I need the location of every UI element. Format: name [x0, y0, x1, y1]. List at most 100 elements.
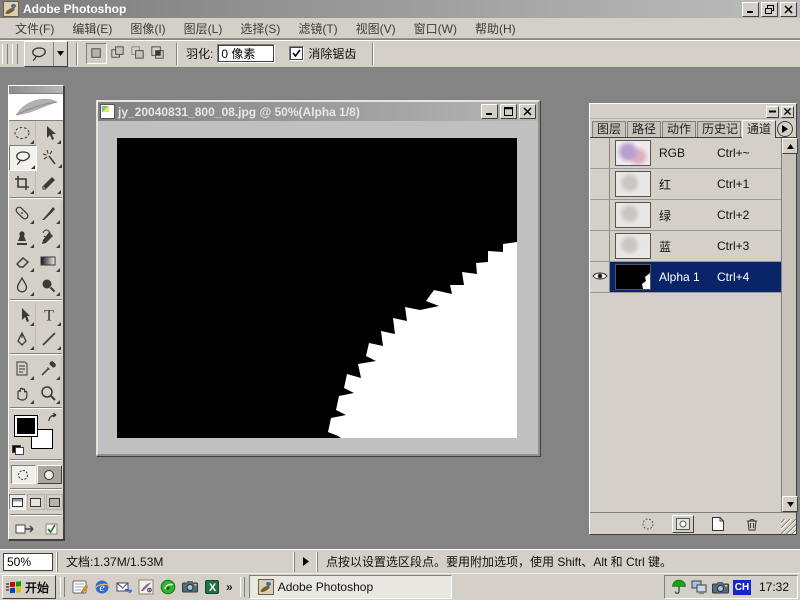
tool-lasso-button[interactable]	[9, 145, 37, 171]
start-button[interactable]: 开始	[2, 575, 56, 599]
tool-clone-stamp-button[interactable]	[9, 225, 35, 249]
palette-title-bar[interactable]	[590, 104, 796, 119]
tab-channels[interactable]: 通道	[742, 120, 776, 138]
scroll-down-button[interactable]	[782, 496, 798, 512]
scrollbar[interactable]	[781, 138, 796, 512]
quicklaunch-overflow-chevron[interactable]: »	[223, 580, 236, 594]
tool-hand-button[interactable]	[9, 381, 35, 405]
taskbar-grip[interactable]	[60, 577, 65, 597]
palette-menu-button[interactable]	[777, 121, 793, 137]
tool-type-button[interactable]: T	[36, 303, 62, 327]
quicklaunch-outlook-express-icon[interactable]	[113, 576, 135, 598]
palette-close-button[interactable]	[781, 106, 794, 118]
tab-paths[interactable]: 路径	[627, 121, 661, 137]
menu-item-help[interactable]: 帮助(H)	[466, 18, 525, 39]
tool-crop-button[interactable]	[9, 171, 36, 195]
menu-item-window[interactable]: 窗口(W)	[405, 18, 466, 39]
menu-item-layer[interactable]: 图层(L)	[175, 18, 232, 39]
subtract-from-selection-button[interactable]	[128, 43, 147, 62]
tool-healing-brush-button[interactable]	[9, 201, 35, 225]
photoshop-feather-logo[interactable]	[9, 94, 63, 121]
tool-magic-wand-button[interactable]	[37, 145, 63, 169]
default-colors-icon[interactable]	[12, 445, 24, 455]
tool-brush-button[interactable]	[35, 201, 62, 225]
tool-eraser-button[interactable]	[9, 249, 35, 273]
tab-actions[interactable]: 动作	[662, 121, 696, 137]
doc-close-button[interactable]	[519, 104, 536, 119]
delete-channel-button[interactable]	[742, 516, 762, 532]
jump-to-imageready-button[interactable]	[12, 520, 42, 537]
screen-mode-menubar-button[interactable]	[27, 494, 44, 510]
language-indicator[interactable]: CH	[733, 580, 751, 595]
task-button-photoshop[interactable]: Adobe Photoshop	[249, 575, 452, 599]
standard-mode-button[interactable]	[11, 465, 36, 484]
save-selection-button[interactable]	[672, 515, 694, 533]
quickmask-mode-button[interactable]	[37, 465, 62, 484]
tab-history[interactable]: 历史记	[697, 121, 741, 137]
visibility-toggle[interactable]	[590, 262, 610, 292]
antivirus-umbrella-icon[interactable]	[671, 579, 687, 595]
status-popup-button[interactable]	[294, 552, 317, 572]
visibility-toggle[interactable]	[590, 169, 610, 199]
visibility-toggle[interactable]	[590, 200, 610, 230]
channel-row-2[interactable]: 绿Ctrl+2	[590, 200, 781, 231]
channel-row-3[interactable]: 蓝Ctrl+3	[590, 231, 781, 262]
toolbox-drag-bar[interactable]	[9, 86, 63, 94]
tool-slice-button[interactable]	[36, 171, 62, 195]
scroll-up-button[interactable]	[782, 138, 798, 154]
tab-layers[interactable]: 图层	[592, 121, 626, 137]
quicklaunch-excel-icon[interactable]: X	[201, 576, 223, 598]
options-bar-grip2[interactable]	[12, 44, 18, 64]
quicklaunch-media-player-icon[interactable]	[157, 576, 179, 598]
taskbar-grip2[interactable]	[240, 577, 245, 597]
load-selection-button[interactable]	[638, 516, 658, 532]
tool-line-button[interactable]	[36, 327, 62, 351]
visibility-toggle[interactable]	[590, 231, 610, 261]
channel-row-0[interactable]: RGBCtrl+~	[590, 138, 781, 169]
palette-minimize-button[interactable]	[766, 106, 779, 118]
tool-zoom-button[interactable]	[35, 381, 62, 405]
camera-icon[interactable]	[712, 581, 729, 594]
channel-row-4[interactable]: Alpha 1Ctrl+4	[590, 262, 781, 293]
tool-pen-button[interactable]	[9, 327, 36, 351]
tool-move-button[interactable]	[36, 121, 62, 145]
new-channel-button[interactable]	[708, 516, 728, 532]
close-button[interactable]	[780, 2, 797, 17]
quicklaunch-show-desktop-icon[interactable]	[69, 576, 91, 598]
add-to-selection-button[interactable]	[108, 43, 127, 62]
feather-input[interactable]	[217, 44, 275, 63]
doc-minimize-button[interactable]	[481, 104, 498, 119]
network-icon[interactable]	[691, 580, 708, 595]
visibility-toggle[interactable]	[590, 138, 610, 168]
tool-preset-picker[interactable]	[24, 41, 68, 67]
alpha-channel-image[interactable]	[117, 138, 517, 438]
doc-maximize-button[interactable]	[500, 104, 517, 119]
quicklaunch-camera-app-icon[interactable]	[179, 576, 201, 598]
tool-blur-button[interactable]	[9, 273, 35, 297]
menu-item-edit[interactable]: 编辑(E)	[63, 18, 121, 39]
tool-elliptical-marquee-button[interactable]	[9, 121, 36, 145]
foreground-color-swatch[interactable]	[14, 415, 38, 437]
chevron-down-icon[interactable]	[53, 42, 67, 66]
menu-item-select[interactable]: 选择(S)	[231, 18, 289, 39]
tool-path-selection-button[interactable]	[9, 303, 36, 327]
menu-item-image[interactable]: 图像(I)	[121, 18, 174, 39]
tool-notes-button[interactable]	[9, 357, 35, 381]
tool-history-brush-button[interactable]	[35, 225, 62, 249]
tool-gradient-button[interactable]	[35, 249, 62, 273]
zoom-input[interactable]	[3, 553, 53, 571]
swap-colors-icon[interactable]	[47, 413, 59, 427]
channel-row-1[interactable]: 红Ctrl+1	[590, 169, 781, 200]
new-selection-button[interactable]	[86, 43, 107, 64]
tool-eyedropper-button[interactable]	[35, 357, 62, 381]
restore-button[interactable]	[761, 2, 778, 17]
tool-dodge-button[interactable]	[35, 273, 62, 297]
menu-item-view[interactable]: 视图(V)	[347, 18, 405, 39]
app-title-bar[interactable]: Adobe Photoshop	[0, 0, 800, 18]
antialias-checkbox[interactable]	[289, 46, 304, 61]
screen-mode-standard-button[interactable]	[9, 494, 26, 510]
document-title-bar[interactable]: jy_20040831_800_08.jpg @ 50%(Alpha 1/8)	[98, 102, 538, 121]
quicklaunch-internet-explorer-icon[interactable]: e	[91, 576, 113, 598]
minimize-button[interactable]	[742, 2, 759, 17]
palette-resize-grip[interactable]	[781, 519, 796, 534]
